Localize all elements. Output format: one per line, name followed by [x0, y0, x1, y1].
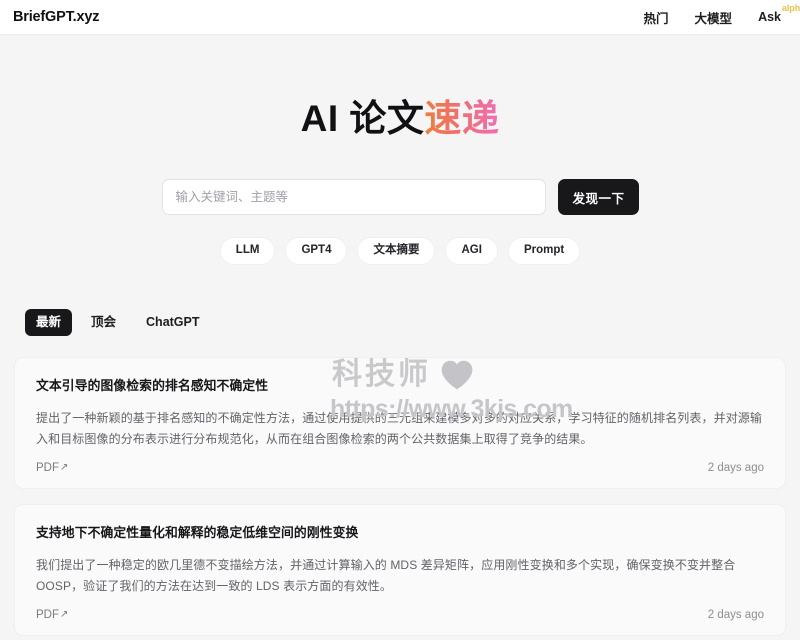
tab-bar: 最新 顶会 ChatGPT — [14, 309, 786, 337]
paper-card[interactable]: 文本引导的图像检索的排名感知不确定性 提出了一种新颖的基于排名感知的不确定性方法… — [14, 357, 786, 490]
tab-top-conference[interactable]: 顶会 — [80, 309, 127, 336]
page-title-main: AI 论文 — [300, 98, 425, 139]
tag-chip-llm[interactable]: LLM — [219, 237, 276, 266]
tag-chip-gpt4[interactable]: GPT4 — [285, 237, 348, 266]
paper-card-footer: PDF ↗ 2 days ago — [36, 609, 764, 621]
alpha-badge: alpha — [781, 3, 800, 13]
tag-suggestion-row: LLM GPT4 文本摘要 AGI Prompt — [0, 237, 800, 266]
nav-link-ask[interactable]: Ask alpha — [758, 3, 800, 24]
content-section: 最新 顶会 ChatGPT 科技师 https://www.3kjs.com 文… — [0, 309, 800, 636]
tab-chatgpt[interactable]: ChatGPT — [135, 309, 210, 336]
tab-latest[interactable]: 最新 — [25, 309, 73, 337]
search-input[interactable] — [161, 179, 547, 216]
paper-date: 2 days ago — [707, 609, 764, 621]
external-link-arrow-icon: ↗ — [60, 462, 69, 474]
pdf-link-label: PDF — [36, 462, 59, 475]
paper-date: 2 days ago — [707, 462, 764, 475]
nav-link-llm[interactable]: 大模型 — [695, 8, 733, 27]
page-title: AI 论文速递 — [0, 97, 800, 141]
main-nav: 热门 大模型 Ask alpha — [644, 3, 800, 27]
paper-title[interactable]: 支持地下不确定性量化和解释的稳定低维空间的刚性变换 — [36, 524, 764, 542]
paper-card-footer: PDF ↗ 2 days ago — [36, 462, 764, 474]
paper-abstract: 提出了一种新颖的基于排名感知的不确定性方法，通过使用提供的三元组来建模多对多的对… — [36, 411, 763, 447]
paper-title[interactable]: 文本引导的图像检索的排名感知不确定性 — [36, 377, 764, 395]
nav-link-hot[interactable]: 热门 — [644, 8, 669, 27]
external-link-arrow-icon: ↗ — [60, 609, 69, 620]
tag-chip-prompt[interactable]: Prompt — [507, 237, 581, 266]
paper-abstract: 我们提出了一种稳定的欧几里德不变描绘方法，并通过计算输入的 MDS 差异矩阵，应… — [36, 558, 736, 593]
paper-list: 科技师 https://www.3kjs.com 文本引导的图像检索的排名感知不… — [14, 357, 786, 636]
pdf-link[interactable]: PDF ↗ — [36, 609, 68, 621]
tag-chip-text-summary[interactable]: 文本摘要 — [357, 237, 436, 266]
nav-link-ask-label: Ask — [758, 10, 781, 24]
site-header: BriefGPT.xyz 热门 大模型 Ask alpha — [0, 0, 800, 35]
search-row: 发现一下 — [161, 179, 639, 216]
tag-chip-agi[interactable]: AGI — [445, 237, 498, 266]
hero-section: AI 论文速递 发现一下 LLM GPT4 文本摘要 AGI Prompt — [0, 35, 800, 266]
pdf-link[interactable]: PDF ↗ — [36, 462, 68, 474]
pdf-link-label: PDF — [36, 609, 59, 621]
brand-logo[interactable]: BriefGPT.xyz — [13, 9, 99, 25]
paper-card[interactable]: 支持地下不确定性量化和解释的稳定低维空间的刚性变换 我们提出了一种稳定的欧几里德… — [14, 504, 786, 636]
page-title-accent: 速递 — [424, 98, 500, 139]
discover-button[interactable]: 发现一下 — [558, 179, 639, 216]
